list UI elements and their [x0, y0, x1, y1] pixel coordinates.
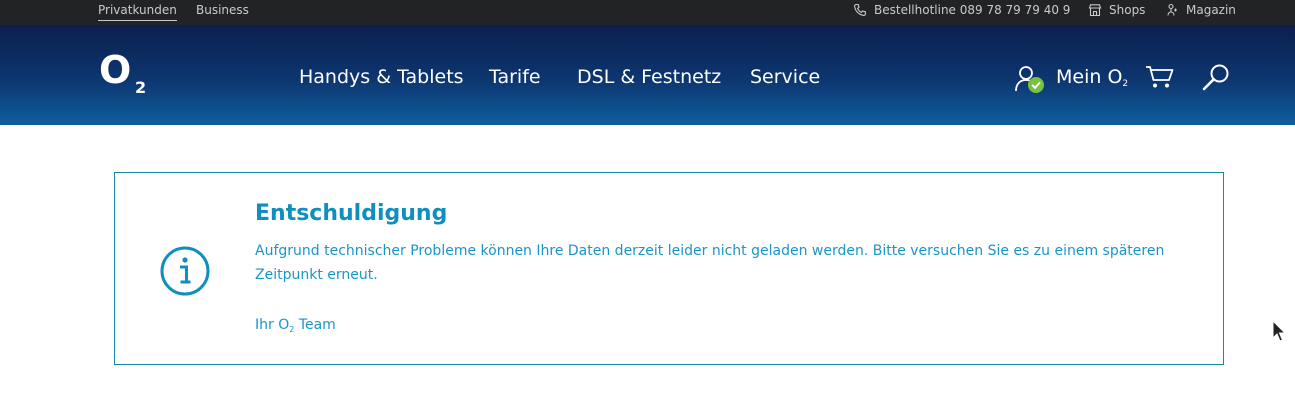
mein-o2-subscript: 2 [1122, 79, 1129, 89]
mouse-cursor-icon [1272, 320, 1286, 342]
message-signature: Ihr O2 Team [255, 317, 336, 334]
hotline-label: Bestellhotline 089 78 79 79 40 9 [874, 3, 1071, 17]
mein-o2-link[interactable]: Mein O2 [1056, 25, 1128, 125]
logged-in-badge [1028, 77, 1044, 93]
utility-bar: Privatkunden Business Bestellhotline 089… [0, 0, 1295, 25]
signature-prefix: Ihr O [255, 317, 290, 333]
info-icon [160, 246, 210, 296]
cart-icon[interactable] [1145, 64, 1175, 90]
logo-letter: O [99, 51, 131, 92]
segment-business: Business [196, 0, 249, 25]
shops-label: Shops [1109, 3, 1146, 17]
phone-icon [854, 3, 866, 16]
segment-private: Privatkunden [98, 0, 177, 25]
privatkunden-link[interactable]: Privatkunden [98, 1, 177, 21]
nav-item-tarife[interactable]: Tarife [489, 25, 541, 125]
o2-logo[interactable]: O 2 [99, 51, 151, 95]
message-title: Entschuldigung [255, 201, 448, 226]
search-icon[interactable] [1201, 62, 1231, 92]
user-icon[interactable] [1014, 64, 1046, 94]
magazin-link[interactable]: Magazin [1165, 0, 1236, 25]
hotline-link[interactable]: Bestellhotline 089 78 79 79 40 9 [853, 0, 1070, 25]
error-message-box: Entschuldigung Aufgrund technischer Prob… [114, 172, 1224, 365]
message-body: Aufgrund technischer Probleme können Ihr… [255, 243, 1165, 283]
mein-o2-label: Mein O [1056, 66, 1123, 88]
main-navigation: O 2 Handys & Tablets Tarife DSL & Festne… [0, 25, 1295, 125]
nav-item-handys-tablets[interactable]: Handys & Tablets [299, 25, 464, 125]
shops-link[interactable]: Shops [1088, 0, 1145, 25]
logo-subscript: 2 [135, 78, 146, 95]
shop-icon [1088, 4, 1102, 17]
signature-subscript: 2 [289, 325, 295, 334]
magazine-icon [1167, 3, 1177, 16]
business-link[interactable]: Business [196, 1, 249, 19]
nav-item-dsl-festnetz[interactable]: DSL & Festnetz [577, 25, 721, 125]
nav-item-service[interactable]: Service [750, 25, 820, 125]
magazin-label: Magazin [1186, 3, 1236, 17]
signature-suffix: Team [294, 317, 336, 333]
